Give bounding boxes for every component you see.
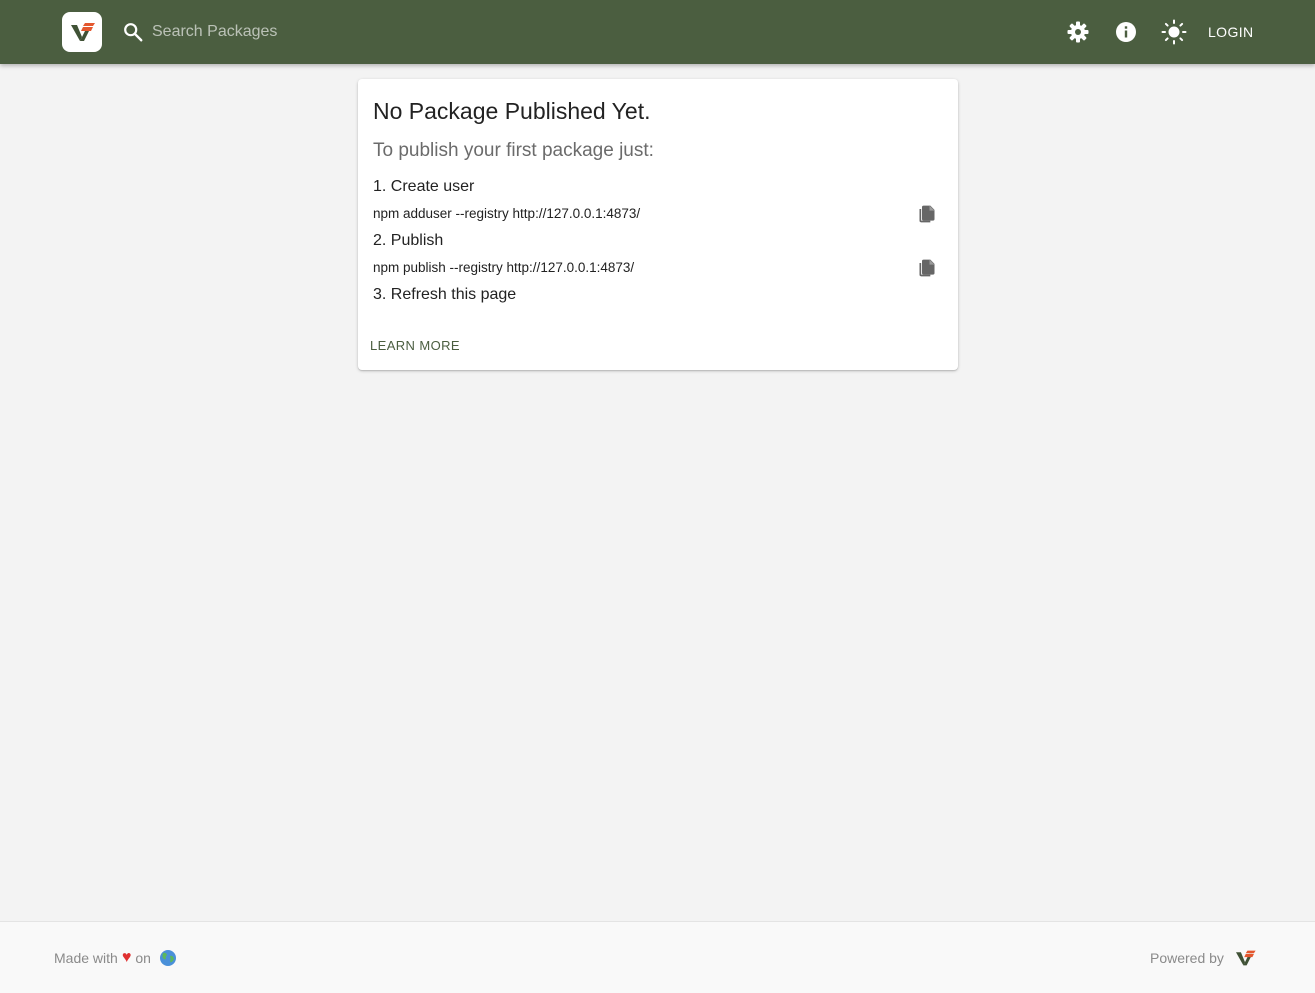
verdaccio-logo-icon[interactable]: [1234, 949, 1256, 967]
step-publish-label: 2. Publish: [373, 232, 444, 249]
page-footer: Made with ♥ on Powered by: [0, 921, 1315, 993]
info-button[interactable]: [1110, 16, 1142, 48]
adduser-command: npm adduser --registry http://127.0.0.1:…: [373, 206, 641, 221]
step-refresh-label: 3. Refresh this page: [373, 286, 517, 303]
info-icon: [1116, 22, 1136, 42]
app-header: LOGIN: [0, 0, 1315, 64]
heart-icon: ♥: [121, 949, 132, 966]
empty-state-card: No Package Published Yet. To publish you…: [358, 79, 958, 370]
made-with-text: Made with: [54, 950, 118, 966]
copy-icon: [919, 259, 935, 277]
gear-icon: [1067, 21, 1089, 43]
search-input[interactable]: [152, 17, 712, 47]
login-button[interactable]: LOGIN: [1200, 18, 1262, 46]
footer-credits: Made with ♥ on: [54, 949, 177, 967]
verdaccio-logo-icon: [71, 23, 95, 41]
card-subtitle: To publish your first package just:: [373, 140, 654, 161]
powered-by-text: Powered by: [1150, 950, 1224, 966]
card-title: No Package Published Yet.: [373, 98, 651, 124]
logo-home-link[interactable]: [62, 12, 102, 52]
settings-button[interactable]: [1062, 16, 1094, 48]
publish-command: npm publish --registry http://127.0.0.1:…: [373, 260, 635, 275]
globe-icon[interactable]: [159, 949, 177, 967]
sun-icon: [1161, 19, 1187, 45]
theme-toggle-button[interactable]: [1158, 16, 1190, 48]
search-icon: [124, 23, 143, 42]
on-text: on: [135, 950, 151, 966]
copy-icon: [919, 205, 935, 223]
powered-by: Powered by: [1150, 949, 1256, 967]
copy-adduser-command-button[interactable]: [914, 201, 940, 227]
learn-more-button[interactable]: LEARN MORE: [370, 338, 460, 353]
step-create-user-label: 1. Create user: [373, 178, 475, 195]
copy-publish-command-button[interactable]: [914, 255, 940, 281]
